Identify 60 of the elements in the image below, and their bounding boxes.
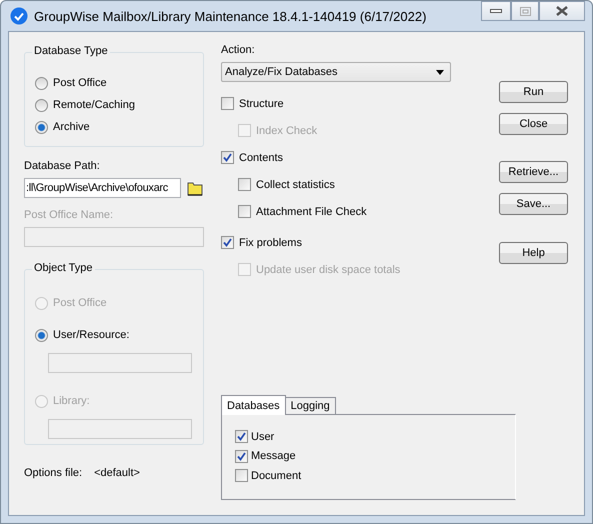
checkbox-label: Fix problems bbox=[239, 236, 302, 248]
checkbox-label: Attachment File Check bbox=[256, 206, 367, 218]
checkbox[interactable] bbox=[238, 205, 251, 218]
radio-label: Post Office bbox=[53, 297, 107, 309]
checkbox-label: Message bbox=[251, 450, 296, 462]
checkbox[interactable] bbox=[235, 469, 248, 482]
checkbox[interactable] bbox=[235, 430, 248, 444]
close-icon bbox=[556, 6, 568, 16]
options-file-label: Options file: bbox=[24, 467, 82, 479]
group-title: Object Type bbox=[32, 262, 94, 274]
radio-label: Post Office bbox=[53, 77, 107, 89]
action-dropdown[interactable]: Analyze/Fix Databases bbox=[221, 62, 451, 82]
close-button[interactable] bbox=[539, 1, 585, 21]
checkmark-icon bbox=[237, 432, 246, 442]
radio-button[interactable] bbox=[35, 120, 48, 134]
radio-label: User/Resource: bbox=[53, 329, 130, 341]
caret-icon bbox=[436, 70, 444, 74]
field-label: Post Office Name: bbox=[24, 209, 114, 221]
minimize-button[interactable] bbox=[481, 1, 511, 21]
options-file-value: <default> bbox=[94, 467, 140, 479]
checkbox-label: Contents bbox=[239, 152, 284, 164]
checkbox-label: Document bbox=[251, 470, 302, 482]
tab[interactable]: Databases bbox=[221, 395, 286, 415]
checkbox[interactable] bbox=[238, 178, 251, 191]
folder-icon bbox=[187, 180, 203, 196]
checkbox-label: Update user disk space totals bbox=[256, 264, 400, 276]
input-field[interactable] bbox=[48, 419, 192, 439]
checkbox[interactable] bbox=[221, 151, 234, 164]
checkbox[interactable] bbox=[221, 236, 234, 249]
checkbox-label: Index Check bbox=[256, 124, 318, 136]
checkmark-icon bbox=[223, 153, 232, 162]
checkbox-label: Structure bbox=[239, 98, 284, 110]
group-title: Database Type bbox=[32, 45, 110, 57]
checkbox-label: User bbox=[251, 430, 274, 443]
maximize-icon bbox=[520, 6, 530, 16]
radio-label: Library: bbox=[53, 395, 90, 407]
checkbox[interactable] bbox=[221, 97, 234, 110]
dialog-button[interactable]: Close bbox=[499, 113, 568, 135]
path-field[interactable]: :ll\GroupWise\Archive\ofouxarc bbox=[24, 178, 181, 198]
radio-label: Archive bbox=[53, 121, 90, 133]
checkbox-label: Collect statistics bbox=[256, 178, 335, 190]
radio-button[interactable] bbox=[35, 98, 48, 112]
checkmark-icon bbox=[223, 238, 232, 247]
window-title: GroupWise Mailbox/Library Maintenance 18.4.1-140419 (6/17/2022) bbox=[34, 8, 428, 24]
input-field[interactable] bbox=[48, 353, 192, 373]
dialog-button[interactable]: Help bbox=[499, 242, 568, 264]
checkmark-circle-icon bbox=[10, 7, 28, 25]
dialog-button[interactable]: Retrieve... bbox=[499, 161, 568, 183]
dialog-button[interactable]: Run bbox=[499, 81, 568, 103]
tab[interactable]: Logging bbox=[284, 397, 336, 415]
radio-button[interactable] bbox=[35, 328, 48, 342]
minimize-icon bbox=[490, 9, 502, 13]
dialog-button[interactable]: Save... bbox=[499, 193, 568, 215]
field-label: Database Path: bbox=[24, 160, 101, 172]
action-label: Action: bbox=[221, 44, 256, 56]
checkmark-icon bbox=[237, 452, 246, 461]
radio-button[interactable] bbox=[35, 76, 48, 90]
checkbox[interactable] bbox=[235, 450, 248, 463]
input-field[interactable] bbox=[24, 227, 204, 247]
radio-label: Remote/Caching bbox=[53, 99, 135, 111]
